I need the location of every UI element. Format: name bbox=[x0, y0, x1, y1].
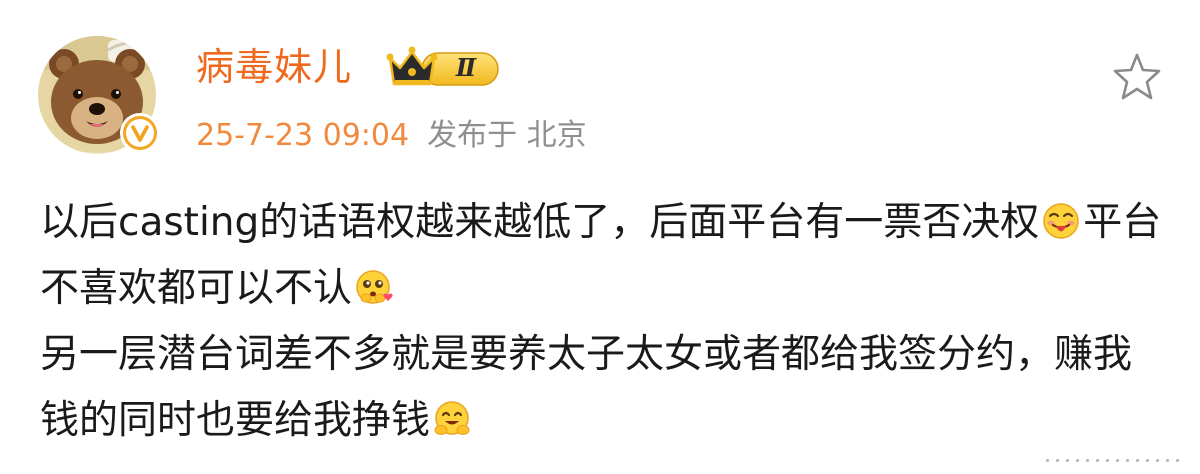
favorite-button[interactable] bbox=[1110, 50, 1164, 104]
paragraph-1: 以后casting的话语权越来越低了，后面平台有一票否决权 平台不喜欢都可以不认 bbox=[40, 190, 1170, 322]
content-text-3: 另一层潜台词差不多就是要养太子太女或者都给我签分约，赚我钱的同时也要给我挣钱 bbox=[40, 332, 1133, 443]
more-dot bbox=[1096, 458, 1099, 462]
more-dot bbox=[1106, 458, 1109, 462]
verified-badge-icon bbox=[120, 113, 160, 153]
more-dot bbox=[1066, 458, 1069, 462]
check-v-icon bbox=[131, 125, 149, 142]
post-content: 以后casting的话语权越来越低了，后面平台有一票否决权 平台不喜欢都可以不认 bbox=[40, 190, 1170, 454]
hug-smile-emoji-icon bbox=[434, 401, 470, 435]
more-dot bbox=[1116, 458, 1119, 462]
more-dots-button[interactable] bbox=[1046, 452, 1190, 468]
more-dot bbox=[1146, 458, 1149, 462]
tongue-out-emoji bbox=[1041, 201, 1081, 241]
author-name[interactable]: 病毒妹儿 bbox=[196, 42, 352, 92]
post-meta: 25-7-23 09:04 发布于 北京 bbox=[196, 116, 587, 156]
post-location: 发布于 北京 bbox=[427, 118, 587, 153]
level-number: Ⅱ bbox=[455, 53, 477, 82]
more-dot bbox=[1136, 458, 1139, 462]
star-outline-icon bbox=[1113, 53, 1161, 100]
paragraph-2: 另一层潜台词差不多就是要养太子太女或者都给我签分约，赚我钱的同时也要给我挣钱 bbox=[40, 322, 1170, 454]
crown-level-badge[interactable]: Ⅱ bbox=[386, 44, 502, 94]
hug-smile-emoji bbox=[432, 399, 472, 439]
pleading-hearts-emoji-icon bbox=[356, 270, 393, 304]
more-dot bbox=[1176, 458, 1179, 462]
more-dot bbox=[1156, 458, 1159, 462]
pleading-hearts-emoji bbox=[354, 267, 394, 307]
more-dot bbox=[1046, 458, 1049, 462]
more-dot bbox=[1056, 458, 1059, 462]
tongue-out-emoji-icon bbox=[1043, 203, 1080, 239]
post-timestamp[interactable]: 25-7-23 09:04 bbox=[196, 118, 409, 153]
more-dot bbox=[1126, 458, 1129, 462]
more-dot bbox=[1076, 458, 1079, 462]
more-dot bbox=[1086, 458, 1089, 462]
content-text-1: 以后casting的话语权越来越低了，后面平台有一票否决权 bbox=[40, 200, 1040, 245]
more-dot bbox=[1166, 458, 1169, 462]
